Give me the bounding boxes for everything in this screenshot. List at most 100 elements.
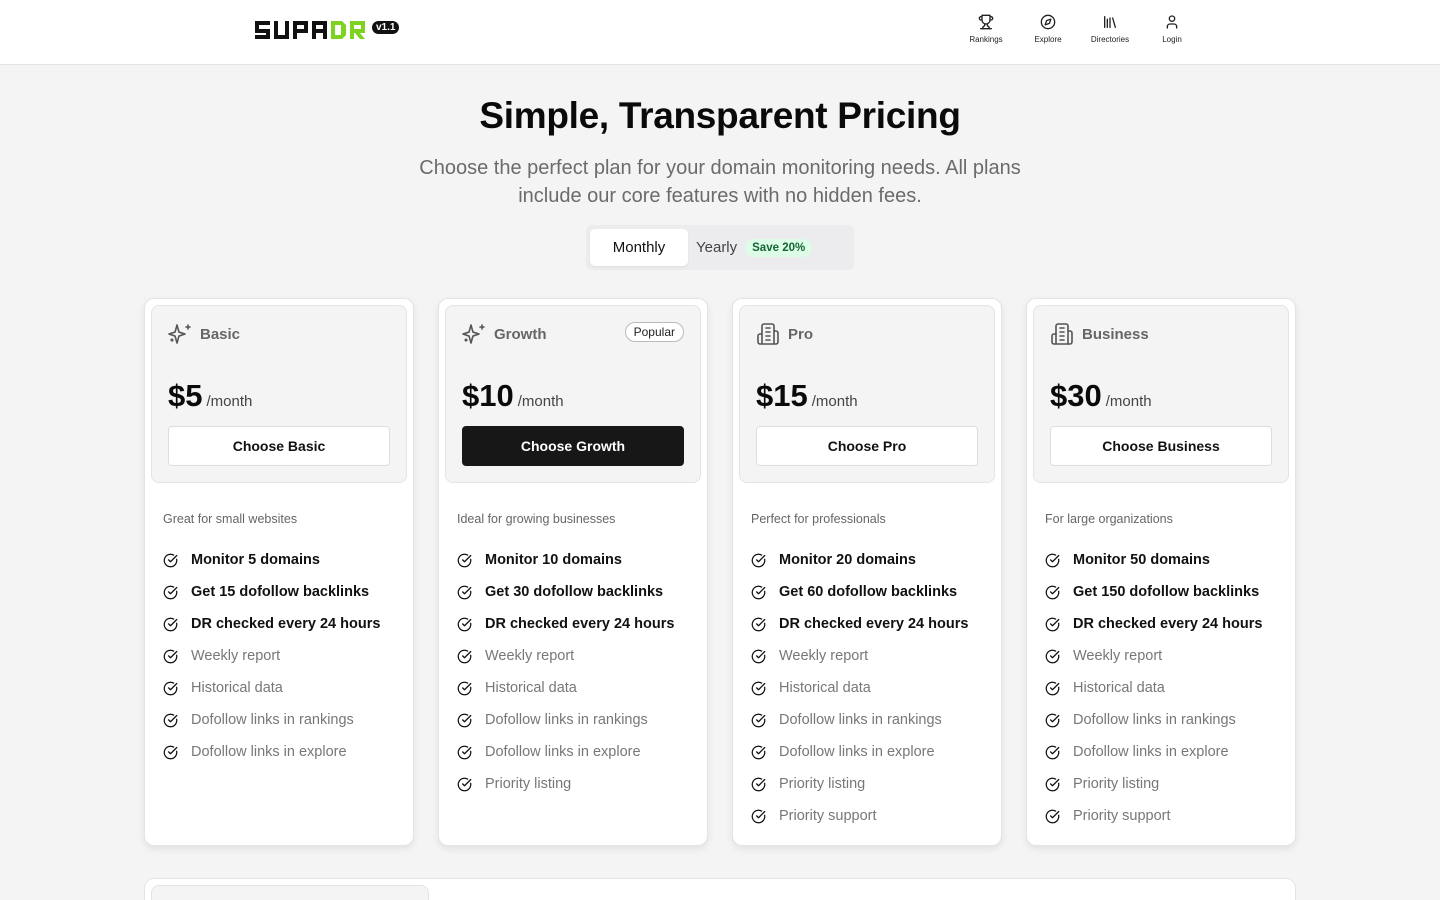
sparkles-icon [168, 322, 192, 346]
plan-description: For large organizations [1045, 512, 1173, 526]
check-circle-icon [163, 681, 178, 696]
feature-item: Priority support [1045, 808, 1262, 840]
check-circle-icon [457, 617, 472, 632]
price-period: /month [1105, 393, 1152, 410]
feature-item: Weekly report [1045, 648, 1262, 680]
check-circle-icon [751, 585, 766, 600]
feature-label: DR checked every 24 hours [779, 616, 969, 632]
price-period: /month [206, 393, 253, 410]
feature-label: Dofollow links in explore [779, 744, 935, 760]
price: $30 /month [1050, 378, 1152, 414]
check-circle-icon [457, 681, 472, 696]
choose-growth-button[interactable]: Choose Growth [462, 426, 684, 466]
price-amount: $30 [1050, 378, 1102, 413]
check-circle-icon [751, 553, 766, 568]
feature-label: Dofollow links in rankings [779, 712, 942, 728]
feature-item: Weekly report [751, 648, 968, 680]
feature-item: Monitor 5 domains [163, 552, 380, 584]
feature-label: Historical data [779, 680, 871, 696]
plan-card-pro: Pro $15 /month Choose Pro Perfect for pr… [732, 298, 1002, 846]
feature-item: Weekly report [457, 648, 674, 680]
nav-rankings[interactable]: Rankings [955, 14, 1017, 44]
choose-basic-button[interactable]: Choose Basic [168, 426, 390, 466]
top-navbar: v1.1 Rankings Explore Directories Login [0, 0, 1440, 65]
check-circle-icon [163, 553, 178, 568]
yearly-tab[interactable]: Yearly Save 20% [696, 229, 813, 266]
feature-label: Dofollow links in rankings [485, 712, 648, 728]
trophy-icon [978, 14, 994, 30]
nav-directories[interactable]: Directories [1079, 14, 1141, 44]
feature-label: Weekly report [779, 648, 869, 664]
check-circle-icon [1045, 777, 1060, 792]
check-circle-icon [1045, 649, 1060, 664]
feature-label: Weekly report [485, 648, 575, 664]
price-period: /month [811, 393, 858, 410]
nav-explore[interactable]: Explore [1017, 14, 1079, 44]
feature-label: Priority support [779, 808, 877, 824]
check-circle-icon [457, 713, 472, 728]
price-amount: $5 [168, 378, 203, 413]
feature-item: Weekly report [163, 648, 380, 680]
page-title: Simple, Transparent Pricing [479, 95, 961, 136]
feature-item: Historical data [457, 680, 674, 712]
plan-header: Business $30 /month Choose Business [1033, 305, 1289, 483]
feature-label: Historical data [191, 680, 283, 696]
plan-header: Pro $15 /month Choose Pro [739, 305, 995, 483]
nav-login[interactable]: Login [1141, 14, 1203, 44]
feature-label: Monitor 50 domains [1073, 552, 1210, 568]
choose-business-button[interactable]: Choose Business [1050, 426, 1272, 466]
feature-item: Priority listing [1045, 776, 1262, 808]
plan-name: Pro [788, 326, 814, 343]
library-icon [1104, 16, 1116, 28]
feature-item: DR checked every 24 hours [457, 616, 674, 648]
building-icon [1050, 322, 1074, 346]
feature-item: Monitor 10 domains [457, 552, 674, 584]
plan-card-business: Business $30 /month Choose Business For … [1026, 298, 1296, 846]
monthly-tab[interactable]: Monthly [590, 229, 688, 266]
feature-item: Monitor 20 domains [751, 552, 968, 584]
feature-list: Monitor 20 domains Get 60 dofollow backli… [751, 552, 968, 840]
feature-label: Get 30 dofollow backlinks [485, 584, 664, 600]
version-badge: v1.1 [372, 21, 400, 34]
price: $15 /month [756, 378, 858, 414]
plan-description: Ideal for growing businesses [457, 512, 616, 526]
nav-directories-label: Directories [1090, 35, 1130, 44]
feature-label: Weekly report [191, 648, 281, 664]
choose-pro-button[interactable]: Choose Pro [756, 426, 978, 466]
nav-rankings-label: Rankings [969, 35, 1003, 44]
feature-item: Dofollow links in rankings [457, 712, 674, 744]
check-circle-icon [1045, 585, 1060, 600]
feature-label: Get 150 dofollow backlinks [1073, 584, 1260, 600]
feature-item: Historical data [163, 680, 380, 712]
check-circle-icon [457, 649, 472, 664]
plan-name: Basic [200, 326, 241, 343]
feature-item: Get 30 dofollow backlinks [457, 584, 674, 616]
building-icon [756, 322, 780, 346]
check-circle-icon [1045, 713, 1060, 728]
feature-item: Dofollow links in rankings [163, 712, 380, 744]
sparkles-icon [462, 322, 486, 346]
check-circle-icon [751, 809, 766, 824]
next-section-card [151, 885, 429, 900]
feature-label: Dofollow links in rankings [191, 712, 354, 728]
check-circle-icon [457, 585, 472, 600]
check-circle-icon [751, 649, 766, 664]
feature-item: DR checked every 24 hours [751, 616, 968, 648]
plan-name: Business [1082, 326, 1149, 343]
logo[interactable]: v1.1 [255, 18, 400, 42]
plan-name: Growth [494, 326, 547, 343]
feature-item: DR checked every 24 hours [163, 616, 380, 648]
feature-item: Monitor 50 domains [1045, 552, 1262, 584]
feature-label: Priority listing [1073, 776, 1160, 792]
plan-card-growth: Growth Popular $10 /month Choose Growth … [438, 298, 708, 846]
feature-list: Monitor 50 domains Get 150 dofollow backl… [1045, 552, 1262, 840]
price-amount: $15 [756, 378, 808, 413]
price: $10 /month [462, 378, 564, 414]
feature-label: DR checked every 24 hours [1073, 616, 1263, 632]
feature-list: Monitor 5 domains Get 15 dofollow backlin… [163, 552, 380, 776]
plan-card-basic: Basic $5 /month Choose Basic Great for s… [144, 298, 414, 846]
check-circle-icon [163, 649, 178, 664]
check-circle-icon [163, 745, 178, 760]
page-subtitle: Choose the perfect plan for your domain … [419, 157, 1021, 207]
feature-item: Dofollow links in rankings [751, 712, 968, 744]
